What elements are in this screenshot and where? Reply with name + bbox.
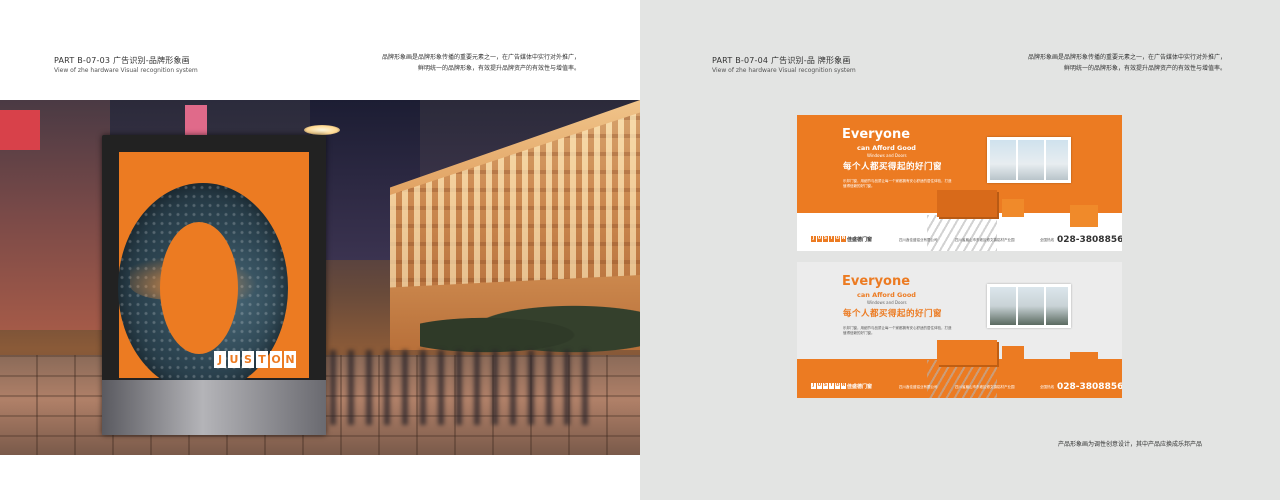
part-title: PART B-07-04 广告识别-品 牌形象画 [712, 56, 851, 65]
logo-letter: S [823, 236, 828, 242]
slogan-cn: 每个人都买得起的好门窗 [843, 162, 943, 172]
box-shadow [927, 360, 997, 398]
window-frame [1016, 140, 1018, 180]
phone-number: 028-38088566 [1057, 382, 1122, 392]
lamp-light [304, 125, 340, 135]
footnote: 产品形象画为调性创意设计，其中产品应换成乐邦产品 [1058, 441, 1203, 448]
phone-label: 全国热线 [1040, 385, 1054, 389]
description: 品牌形象画是品牌形象传播的重要元素之一，在广告媒体中实行对外推广， 鲜明统一的品… [382, 52, 580, 74]
logo-letter: O [835, 383, 840, 389]
logo-letter: N [841, 383, 846, 389]
logo-letter: J [811, 236, 816, 242]
logo-letter: J [214, 351, 226, 368]
box-shadow [927, 215, 997, 251]
juston-logo: J U S T O N [811, 236, 846, 242]
logo-letter: O [835, 236, 840, 242]
juston-logo: J U S T O N [811, 383, 846, 389]
tagline: can Afford Good [857, 291, 916, 299]
part-subtitle: View of zhe hardware Visual recognition … [54, 67, 198, 74]
logo-letter: T [256, 351, 268, 368]
window-frame [1044, 140, 1046, 180]
window-frame [1044, 287, 1046, 325]
description-line: 品牌形象画是品牌形象传播的重要元素之一，在广告媒体中实行对外推广， [381, 54, 580, 61]
description-line: 鲜明统一的品牌形象，有效提升品牌资产的有效性与增值率。 [1063, 65, 1226, 72]
subline: Windows and Doors [867, 153, 907, 158]
logo-letter: U [817, 236, 822, 242]
lightbox-base [102, 380, 326, 435]
slogan-cn: 每个人都买得起的好门窗 [843, 309, 943, 319]
orange-box [1070, 352, 1098, 374]
logo-letter: T [829, 236, 834, 242]
fine-print: 乐邦门窗，用细节与品质让每一个家都拥有安心舒适的居住体验，打造值得信赖的好门窗。 [843, 326, 952, 335]
address: 四川省眉山市东坡区修文镇铝材产业园 [955, 238, 1015, 242]
logo-letter: T [829, 383, 834, 389]
logo-letter: N [841, 236, 846, 242]
neon-sign [0, 110, 40, 150]
billboard-1: Everyone can Afford Good Windows and Doo… [797, 115, 1122, 251]
logo-letter: U [817, 383, 822, 389]
company-legal-name: 四川鑫佳盛铝业有限公司 [899, 238, 938, 242]
logo-letter: S [823, 383, 828, 389]
company-name: 佳盛德门窗 [847, 237, 873, 243]
orange-box [1070, 205, 1098, 227]
o-letter-counter [160, 222, 238, 354]
company-name: 佳盛德门窗 [847, 384, 873, 390]
description-line: 品牌形象画是品牌形象传播的重要元素之一，在广告媒体中实行对外推广， [1027, 54, 1226, 61]
orange-box [937, 190, 997, 217]
description: 品牌形象画是品牌形象传播的重要元素之一，在广告媒体中实行对外推广， 鲜明统一的品… [1028, 52, 1226, 74]
company-legal-name: 四川鑫佳盛铝业有限公司 [899, 385, 938, 389]
logo-letter: O [270, 351, 282, 368]
address: 四川省眉山市东坡区修文镇铝材产业园 [955, 385, 1015, 389]
orange-box [937, 340, 997, 365]
orange-box [1002, 199, 1024, 217]
subline: Windows and Doors [867, 300, 907, 305]
tagline: can Afford Good [857, 144, 916, 152]
logo-letter: N [284, 351, 296, 368]
logo-letter: U [228, 351, 240, 368]
billboard-2: Everyone can Afford Good Windows and Doo… [797, 262, 1122, 398]
description-line: 鲜明统一的品牌形象，有效提升品牌资产的有效性与增值率。 [417, 65, 580, 72]
phone-number: 028-38088566 [1057, 235, 1122, 245]
part-subtitle: View of zhe hardware Visual recognition … [712, 67, 856, 74]
juston-logo: J U S T O N [214, 351, 296, 368]
window-frame [1016, 287, 1018, 325]
window-photo [987, 137, 1071, 183]
phone-label: 全国热线 [1040, 238, 1054, 242]
house-photo [987, 284, 1071, 328]
fine-print: 乐邦门窗，用细节与品质让每一个家都拥有安心舒适的居住体验，打造值得信赖的好门窗。 [843, 179, 952, 188]
headline: Everyone [842, 274, 911, 289]
logo-letter: S [242, 351, 254, 368]
headline: Everyone [842, 127, 911, 142]
orange-box [1002, 346, 1024, 364]
logo-letter: J [811, 383, 816, 389]
crowd [330, 350, 590, 425]
part-title: PART B-07-03 广告识别-品牌形象画 [54, 56, 190, 65]
